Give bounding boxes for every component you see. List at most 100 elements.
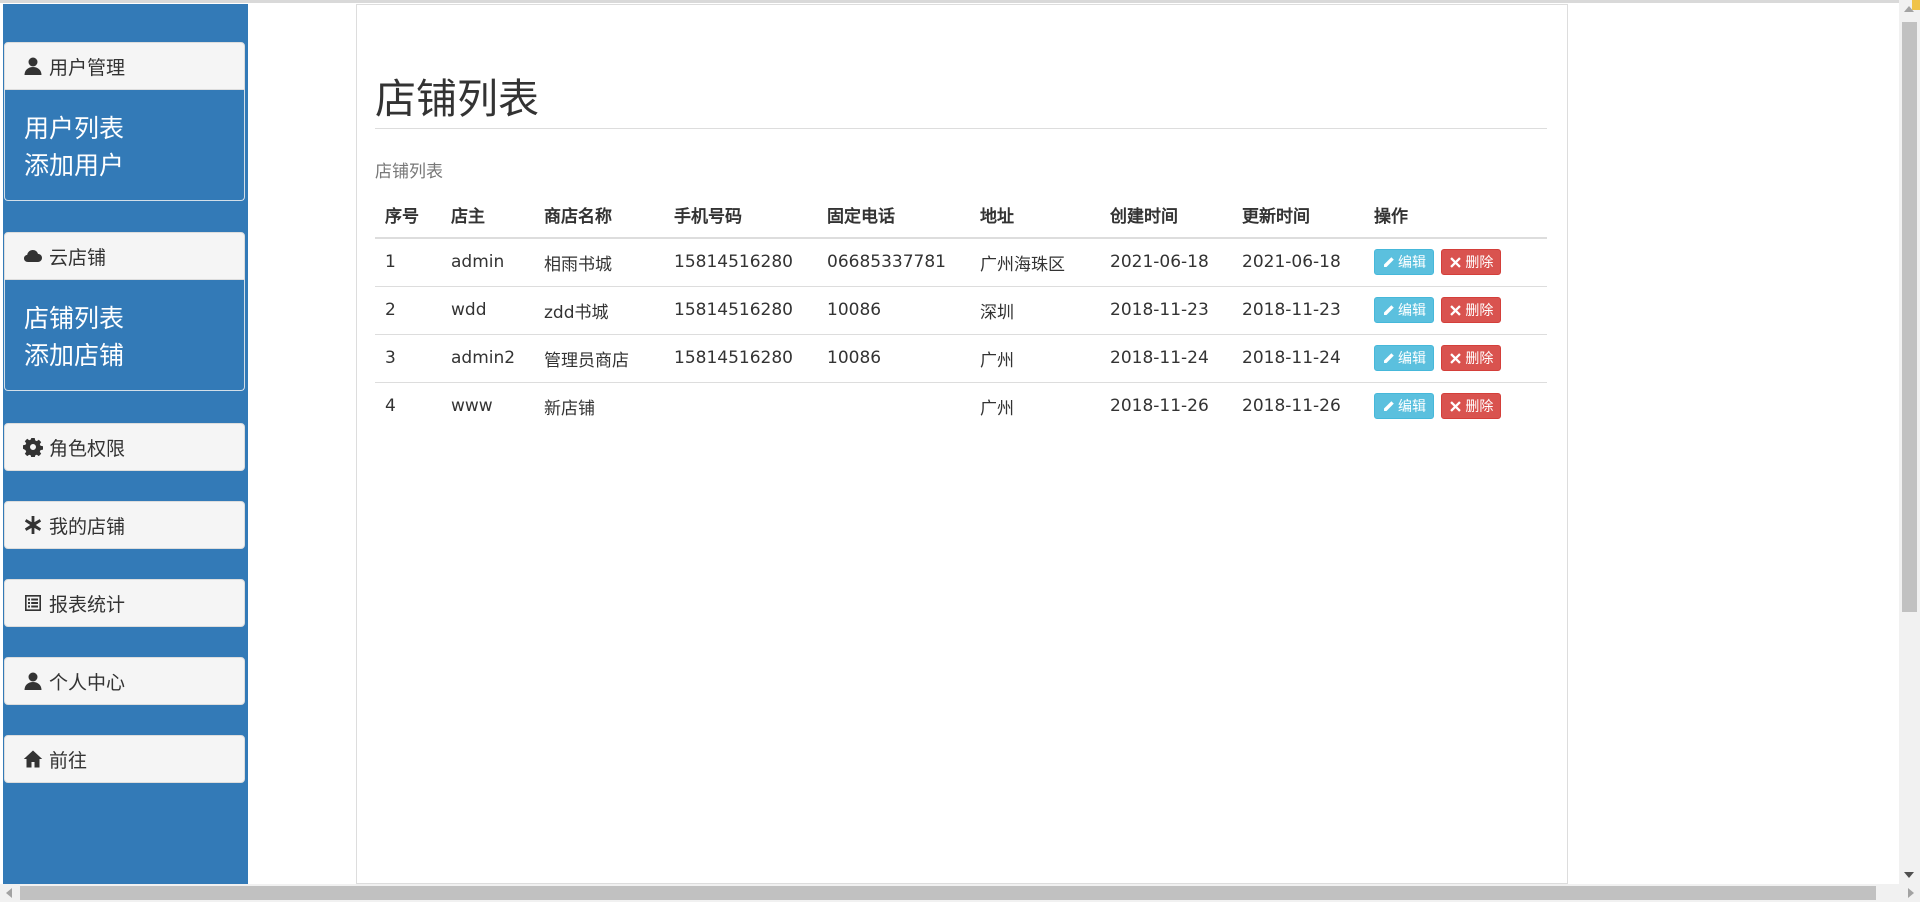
nav-group-body-user-management: 用户列表 添加用户 xyxy=(4,90,245,201)
horizontal-scroll-thumb[interactable] xyxy=(20,886,1876,900)
user-icon xyxy=(23,671,43,691)
cell-created: 2021-06-18 xyxy=(1100,238,1232,286)
cell-updated: 2018-11-23 xyxy=(1232,286,1364,334)
cell-created: 2018-11-23 xyxy=(1100,286,1232,334)
cell-shop-name: 新店铺 xyxy=(534,382,664,430)
cell-address: 广州 xyxy=(970,334,1100,382)
nav-group-title: 报表统计 xyxy=(49,590,125,617)
cell-address: 深圳 xyxy=(970,286,1100,334)
nav-group-title: 个人中心 xyxy=(49,668,125,695)
delete-button[interactable]: 删除 xyxy=(1441,249,1501,275)
cell-index: 3 xyxy=(375,334,441,382)
cell-landline: 10086 xyxy=(817,334,970,382)
close-icon xyxy=(1449,400,1462,413)
edit-button-label: 编辑 xyxy=(1398,348,1426,368)
column-header-owner: 店主 xyxy=(441,191,534,238)
nav-link-user-list[interactable]: 用户列表 xyxy=(24,110,244,147)
cell-shop-name: 管理员商店 xyxy=(534,334,664,382)
home-icon xyxy=(23,749,43,769)
cell-mobile xyxy=(664,382,817,430)
sidebar: 用户管理 用户列表 添加用户 云店铺 店铺列表 添加店铺 角色权限 我的店铺 xyxy=(3,4,248,884)
pencil-icon xyxy=(1382,304,1395,317)
table-row: 4 www 新店铺 广州 2018-11-26 2018-11-26 编辑 删除 xyxy=(375,382,1547,430)
cell-owner: admin2 xyxy=(441,334,534,382)
cell-owner: www xyxy=(441,382,534,430)
vertical-scrollbar[interactable] xyxy=(1899,0,1920,884)
edit-button[interactable]: 编辑 xyxy=(1374,345,1434,371)
nav-group-header-go-to[interactable]: 前往 xyxy=(4,735,245,783)
vertical-scroll-thumb[interactable] xyxy=(1902,22,1917,612)
delete-button[interactable]: 删除 xyxy=(1441,345,1501,371)
cloud-icon xyxy=(23,246,43,266)
nav-group-title: 前往 xyxy=(49,746,87,773)
edit-button[interactable]: 编辑 xyxy=(1374,393,1434,419)
nav-link-add-shop[interactable]: 添加店铺 xyxy=(24,337,244,374)
edit-button-label: 编辑 xyxy=(1398,300,1426,320)
table-row: 1 admin 相雨书城 15814516280 06685337781 广州海… xyxy=(375,238,1547,286)
column-header-landline: 固定电话 xyxy=(817,191,970,238)
table-caption: 店铺列表 xyxy=(375,157,443,182)
horizontal-scrollbar[interactable] xyxy=(0,884,1920,902)
cell-created: 2018-11-26 xyxy=(1100,382,1232,430)
nav-group-body-cloud-shop: 店铺列表 添加店铺 xyxy=(4,280,245,391)
cell-mobile: 15814516280 xyxy=(664,238,817,286)
column-header-index: 序号 xyxy=(375,191,441,238)
nav-group-title: 云店铺 xyxy=(49,243,106,270)
cell-index: 1 xyxy=(375,238,441,286)
delete-button[interactable]: 删除 xyxy=(1441,393,1501,419)
user-icon xyxy=(23,56,43,76)
asterisk-icon xyxy=(23,515,43,535)
nav-group-role-permissions: 角色权限 xyxy=(4,423,245,471)
cell-shop-name: zdd书城 xyxy=(534,286,664,334)
nav-group-cloud-shop: 云店铺 店铺列表 添加店铺 xyxy=(4,232,245,391)
nav-group-header-cloud-shop[interactable]: 云店铺 xyxy=(4,232,245,280)
cell-actions: 编辑 删除 xyxy=(1364,334,1547,382)
cell-actions: 编辑 删除 xyxy=(1364,238,1547,286)
column-header-address: 地址 xyxy=(970,191,1100,238)
close-icon xyxy=(1449,352,1462,365)
cell-actions: 编辑 删除 xyxy=(1364,286,1547,334)
nav-link-add-user[interactable]: 添加用户 xyxy=(24,147,244,184)
nav-link-shop-list[interactable]: 店铺列表 xyxy=(24,300,244,337)
close-icon xyxy=(1449,256,1462,269)
nav-group-title: 用户管理 xyxy=(49,53,125,80)
cell-landline xyxy=(817,382,970,430)
column-header-mobile: 手机号码 xyxy=(664,191,817,238)
scroll-down-arrow-icon[interactable] xyxy=(1904,872,1914,878)
cell-actions: 编辑 删除 xyxy=(1364,382,1547,430)
cell-owner: wdd xyxy=(441,286,534,334)
edit-button-label: 编辑 xyxy=(1398,252,1426,272)
nav-group-header-reports[interactable]: 报表统计 xyxy=(4,579,245,627)
nav-group-header-user-management[interactable]: 用户管理 xyxy=(4,42,245,90)
column-header-actions: 操作 xyxy=(1364,191,1547,238)
nav-group-header-my-shop[interactable]: 我的店铺 xyxy=(4,501,245,549)
nav-group-reports: 报表统计 xyxy=(4,579,245,627)
cell-owner: admin xyxy=(441,238,534,286)
column-header-shop-name: 商店名称 xyxy=(534,191,664,238)
delete-button-label: 删除 xyxy=(1465,348,1493,368)
nav-group-title: 角色权限 xyxy=(49,434,125,461)
column-header-updated: 更新时间 xyxy=(1232,191,1364,238)
delete-button-label: 删除 xyxy=(1465,300,1493,320)
page-title: 店铺列表 xyxy=(375,65,539,125)
cell-index: 2 xyxy=(375,286,441,334)
nav-group-header-role-permissions[interactable]: 角色权限 xyxy=(4,423,245,471)
delete-button[interactable]: 删除 xyxy=(1441,297,1501,323)
nav-group-header-personal-center[interactable]: 个人中心 xyxy=(4,657,245,705)
table-header-row: 序号 店主 商店名称 手机号码 固定电话 地址 创建时间 更新时间 操作 xyxy=(375,191,1547,238)
nav-group-personal-center: 个人中心 xyxy=(4,657,245,705)
shop-table: 序号 店主 商店名称 手机号码 固定电话 地址 创建时间 更新时间 操作 1 a… xyxy=(375,191,1547,430)
cell-mobile: 15814516280 xyxy=(664,286,817,334)
list-icon xyxy=(23,593,43,613)
nav-group-my-shop: 我的店铺 xyxy=(4,501,245,549)
edit-button-label: 编辑 xyxy=(1398,396,1426,416)
top-border xyxy=(0,0,1920,3)
nav-group-user-management: 用户管理 用户列表 添加用户 xyxy=(4,42,245,201)
scroll-left-arrow-icon[interactable] xyxy=(6,888,12,898)
table-row: 2 wdd zdd书城 15814516280 10086 深圳 2018-11… xyxy=(375,286,1547,334)
cell-updated: 2018-11-26 xyxy=(1232,382,1364,430)
scroll-right-arrow-icon[interactable] xyxy=(1908,888,1914,898)
edit-button[interactable]: 编辑 xyxy=(1374,297,1434,323)
cell-shop-name: 相雨书城 xyxy=(534,238,664,286)
edit-button[interactable]: 编辑 xyxy=(1374,249,1434,275)
